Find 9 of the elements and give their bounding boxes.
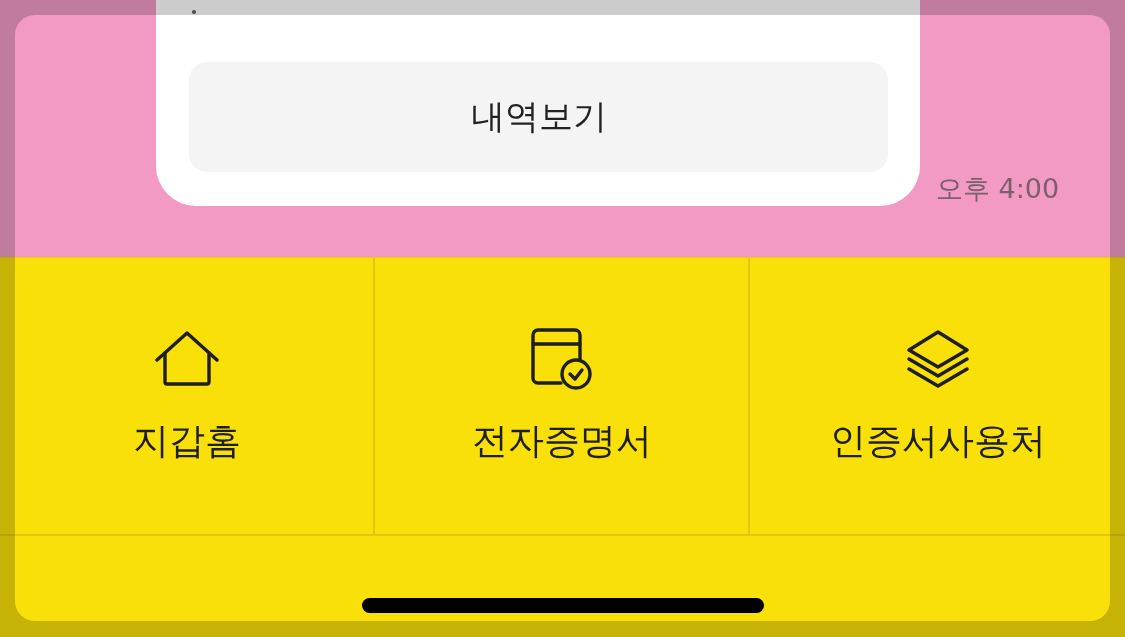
message-time: 오후 4:00 [936,172,1060,206]
nav-tab[interactable]: 인증서사용처 [748,258,1125,534]
history-button[interactable]: 내역보기 [189,62,888,172]
document-check-icon [530,328,593,390]
nav-tab[interactable]: 전자증명서 [373,258,748,534]
dot-icon [192,10,196,14]
nav-tab[interactable]: 지갑홈 [0,258,373,534]
house-icon [154,331,219,387]
layers-icon [906,330,969,388]
